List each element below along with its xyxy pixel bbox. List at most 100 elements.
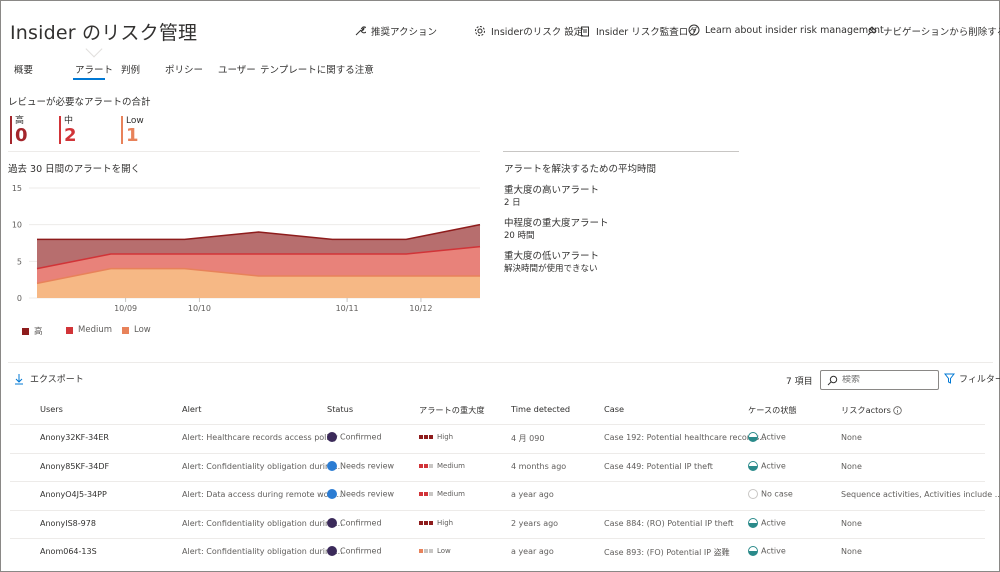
severity-cell: High — [419, 433, 453, 441]
col-severity[interactable]: アラートの重大度 — [419, 404, 485, 416]
status-label: Needs review — [340, 461, 395, 470]
tab-cases[interactable]: 判例 — [121, 62, 140, 76]
status-label: Confirmed — [340, 546, 382, 556]
severity-cell: Medium — [419, 462, 465, 470]
avg-low-value: 解決時間が使用できない — [504, 264, 598, 274]
filter-button[interactable]: フィルター — [944, 372, 1000, 385]
avg-low-label: 重大度の低いアラート — [504, 251, 600, 262]
col-status[interactable]: Status — [327, 404, 353, 414]
time-detected-cell: 4 月 090 — [511, 434, 545, 443]
table-row[interactable] — [10, 511, 985, 539]
severity-bars-icon — [419, 463, 433, 468]
export-label: エクスポート — [30, 375, 84, 385]
alert-cell: Alert: Confidentiality obligation during… — [182, 547, 343, 556]
recommended-actions-label: 推奨アクション — [371, 27, 438, 38]
table-row[interactable] — [10, 454, 985, 482]
case-state-cell: Active — [748, 432, 786, 442]
alert-cell: Alert: Healthcare records access policy — [182, 433, 338, 442]
table-row[interactable] — [10, 482, 985, 510]
high-count: 0 — [15, 125, 28, 146]
status-cell: Confirmed — [327, 546, 382, 556]
filter-icon — [944, 373, 955, 384]
search-icon — [827, 375, 838, 385]
risk-factors-cell: Sequence activities, Activities include … — [841, 490, 1000, 499]
status-label: Needs review — [340, 489, 395, 499]
table-row[interactable] — [10, 425, 985, 453]
tab-notice-templates[interactable]: テンプレートに関する注意 — [260, 62, 374, 76]
search-box[interactable] — [820, 370, 939, 390]
user-cell: Anom064-13S — [40, 547, 97, 556]
status-dot-icon — [327, 432, 337, 442]
active-state-icon — [748, 460, 758, 471]
status-label: Confirmed — [340, 432, 382, 442]
status-cell: Needs review — [327, 489, 394, 499]
remove-from-nav-label: ナビゲーションから削除する — [883, 27, 1000, 38]
x-tick-label: 10/10 — [188, 304, 211, 313]
recommended-actions-link[interactable]: 推奨アクション — [354, 24, 437, 38]
summary-low[interactable]: Low 1 — [121, 116, 144, 146]
legend-high[interactable]: 高 — [22, 325, 43, 337]
learn-link[interactable]: Learn about insider risk management — [688, 24, 884, 36]
severity-bars-icon — [419, 520, 433, 525]
download-icon — [15, 373, 23, 384]
x-tick-label: 10/09 — [114, 304, 137, 313]
summary-high[interactable]: 高 0 — [10, 116, 28, 146]
medium-bar — [59, 116, 61, 144]
legend-high-label: 高 — [34, 327, 43, 337]
case-cell[interactable]: Case 192: Potential healthcare records..… — [604, 433, 767, 442]
medium-count: 2 — [64, 125, 77, 146]
settings-link[interactable]: Insiderのリスク 設定 — [474, 24, 583, 38]
severity-bars-icon — [419, 492, 433, 496]
summary-title: レビューが必要なアラートの合計 — [8, 97, 151, 108]
col-risk-factors[interactable]: リスクactors — [841, 404, 902, 416]
case-state-label: Active — [761, 546, 786, 556]
avg-medium-value: 20 時間 — [504, 231, 535, 241]
user-cell: AnonyIS8-978 — [40, 518, 96, 528]
legend-medium-label: Medium — [78, 325, 112, 335]
search-input[interactable] — [842, 375, 932, 385]
tab-alerts[interactable]: アラート — [75, 62, 113, 76]
col-time-detected[interactable]: Time detected — [511, 404, 570, 414]
remove-from-nav-link[interactable]: ナビゲーションから削除する — [866, 24, 1000, 38]
col-risk-factors-label: リスクactors — [841, 405, 891, 415]
table-row[interactable] — [10, 539, 985, 567]
audit-log-link[interactable]: Insider リスク監査ログ — [579, 24, 698, 38]
active-state-icon — [748, 432, 758, 442]
case-cell[interactable]: Case 884: (RO) Potential IP theft — [604, 519, 734, 528]
severity-bars-icon — [419, 549, 433, 553]
col-case[interactable]: Case — [604, 404, 624, 414]
chart-top-divider — [8, 151, 480, 152]
tab-policies[interactable]: ポリシー — [165, 62, 203, 76]
status-cell: Confirmed — [327, 432, 382, 442]
case-cell[interactable]: Case 449: Potential IP theft — [604, 462, 713, 471]
export-button[interactable]: エクスポート — [14, 372, 84, 385]
clipboard-icon — [581, 26, 589, 37]
user-cell: Anony32KF-34ER — [40, 433, 109, 442]
alerts-area-chart: 15 10 5 0 10/09 10/10 10/11 10/12 — [12, 184, 481, 313]
col-users[interactable]: Users — [40, 404, 63, 414]
avg-medium-label: 中程度の重大度アラート — [504, 218, 609, 229]
case-cell[interactable]: Case 893: (FO) Potential IP 盗難 — [604, 547, 730, 558]
unpin-icon — [867, 26, 877, 36]
status-label: Confirmed — [340, 518, 382, 527]
col-alert[interactable]: Alert — [182, 404, 202, 414]
legend-high-swatch — [22, 327, 29, 335]
tab-users[interactable]: ユーザー — [218, 62, 256, 76]
summary-medium[interactable]: 中 2 — [59, 116, 77, 146]
legend-low[interactable]: Low — [122, 325, 151, 335]
status-dot-icon — [327, 546, 337, 556]
legend-medium-swatch — [66, 326, 73, 334]
y-tick-label: 10 — [12, 221, 22, 230]
active-state-icon — [748, 517, 758, 528]
legend-medium[interactable]: Medium — [66, 325, 112, 335]
col-case-state[interactable]: ケースの状態 — [748, 404, 797, 416]
avg-time-title: アラートを解決するための平均時間 — [504, 164, 657, 175]
tab-overview[interactable]: 概要 — [14, 62, 33, 76]
avg-high-value: 2 日 — [504, 198, 521, 208]
avg-top-divider — [503, 151, 739, 152]
severity-bars-icon — [419, 435, 433, 439]
info-icon — [688, 24, 700, 36]
case-state-label: No case — [761, 489, 793, 499]
status-dot-icon — [327, 489, 337, 499]
severity-cell: High — [419, 519, 453, 527]
